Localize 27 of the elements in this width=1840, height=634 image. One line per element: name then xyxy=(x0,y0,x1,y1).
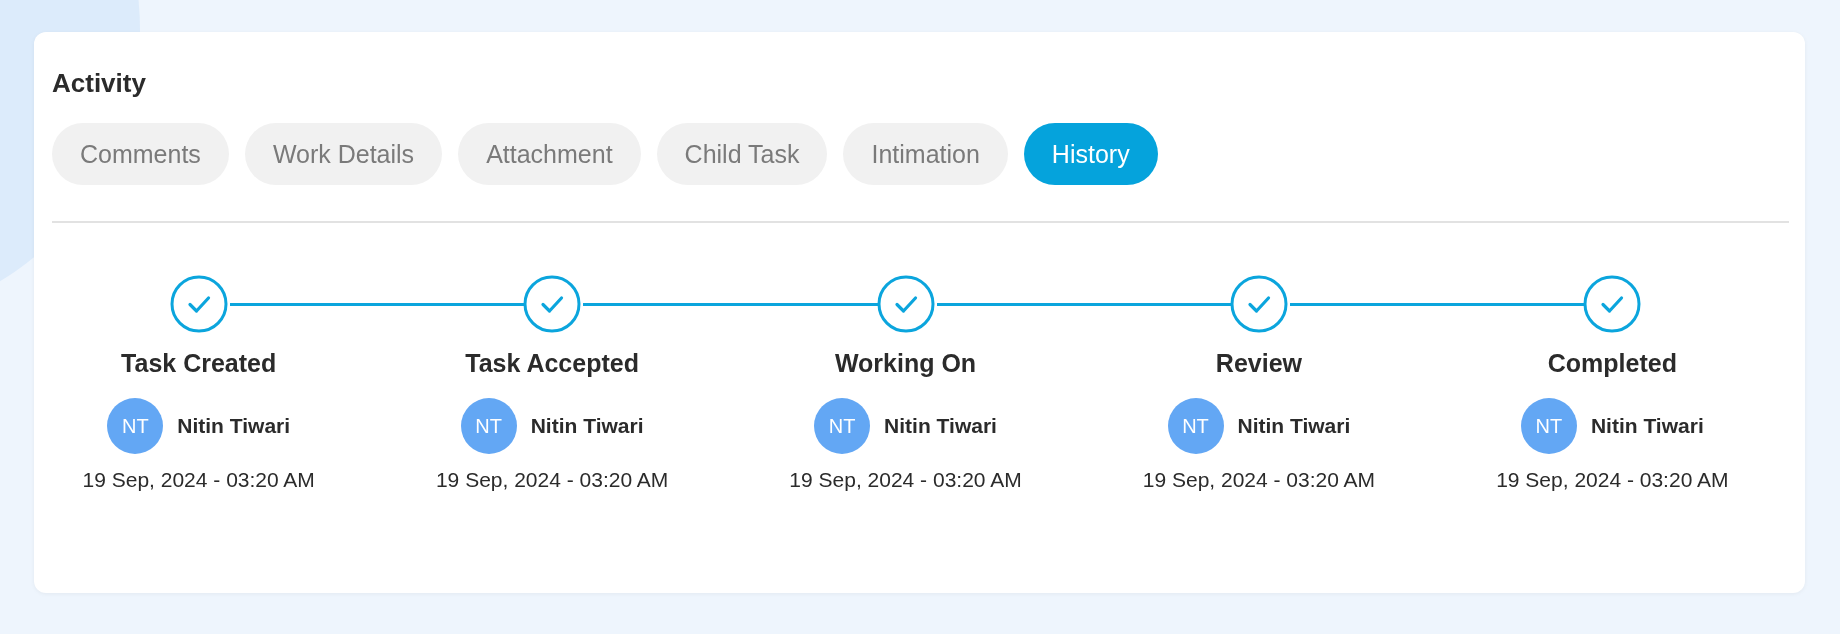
avatar: NT xyxy=(107,398,164,454)
step-title: Completed xyxy=(1547,349,1677,378)
step-title: Task Accepted xyxy=(465,349,639,378)
timestamp: 19 Sep, 2024 - 03:20 AM xyxy=(1496,468,1729,492)
avatar: NT xyxy=(814,398,871,454)
tab[interactable]: History xyxy=(1023,123,1158,185)
user-name: Nitin Tiwari xyxy=(884,414,997,438)
timestamp: 19 Sep, 2024 - 03:20 AM xyxy=(82,468,315,492)
tab[interactable]: Comments xyxy=(52,123,229,185)
step-title: Working On xyxy=(834,349,977,378)
tab[interactable]: Attachment xyxy=(458,123,641,185)
avatar: NT xyxy=(1520,398,1577,454)
step-title: Task Created xyxy=(121,349,277,378)
timestamp: 19 Sep, 2024 - 03:20 AM xyxy=(435,468,669,492)
user-name: Nitin Tiwari xyxy=(530,414,644,438)
tab[interactable]: Work Details xyxy=(244,123,443,185)
card-title: Activity xyxy=(52,68,147,99)
avatar: NT xyxy=(1167,398,1224,454)
tab[interactable]: Intimation xyxy=(843,123,1008,185)
timestamp: 19 Sep, 2024 - 03:20 AM xyxy=(1142,468,1376,492)
timestamp: 19 Sep, 2024 - 03:20 AM xyxy=(789,468,1022,492)
user-name: Nitin Tiwari xyxy=(1590,414,1704,438)
step-title: Review xyxy=(1215,349,1302,378)
user-name: Nitin Tiwari xyxy=(177,414,291,438)
user-name: Nitin Tiwari xyxy=(1237,414,1351,438)
tab[interactable]: Child Task xyxy=(656,123,828,185)
avatar: NT xyxy=(460,398,517,454)
